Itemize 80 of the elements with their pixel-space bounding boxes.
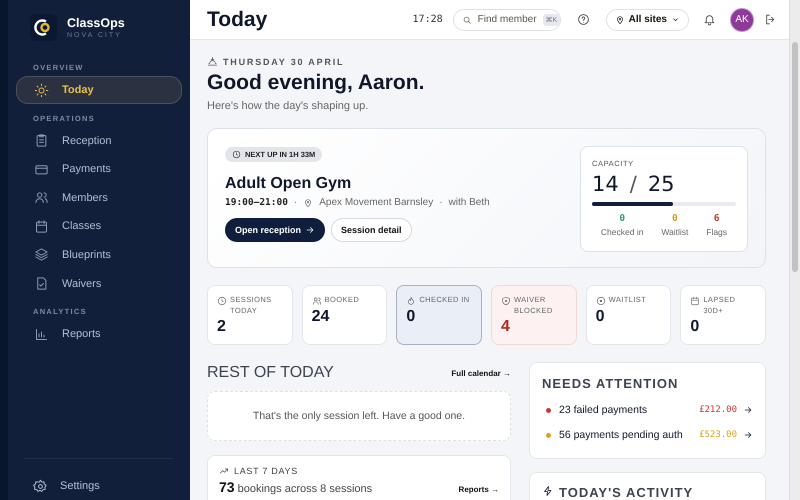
pin-icon [614,14,625,24]
help-icon[interactable] [576,13,590,26]
nav-item[interactable]: Waivers [16,270,182,298]
count-label: Flags [706,227,728,237]
nav-item[interactable]: Members [16,184,182,212]
date-label: THURSDAY 30 APRIL [223,56,344,66]
arrow-icon [305,225,316,235]
people-icon [34,190,49,206]
sun-icon [34,82,49,98]
count-value: 0 [670,213,679,224]
card-title: TODAY'S ACTIVITY [559,485,694,500]
nav-item[interactable]: Blueprints [16,240,182,269]
stat-value: 2 [217,318,227,336]
arrow-icon [743,430,753,440]
calendar-icon [34,218,49,234]
attention-item[interactable]: 56 payments pending auth [559,429,694,441]
clock-icon [232,150,241,159]
greeting-subtitle: Here's how the day's shaping up. [207,100,370,112]
layers-icon [34,247,49,262]
clock-time: 17:28 [412,14,443,25]
stat-value: 4 [500,318,511,336]
reports-link[interactable]: Reports → [458,485,499,494]
session-name: Adult Open Gym [225,175,352,193]
target-icon [596,296,606,306]
nav-item[interactable]: Settings [24,458,174,500]
open-reception-button[interactable]: Open reception [225,218,326,242]
clock-icon [217,296,227,306]
stat-value: 24 [312,308,330,326]
people-icon [312,296,322,306]
session-location: Apex Movement Barnsley [319,197,434,208]
summary-text: 73 bookings across 8 sessions [219,479,372,495]
search-placeholder: Find member [478,14,537,25]
nav-item[interactable]: Payments [16,155,182,184]
session-time: 19:00–21:00 [225,197,288,208]
count-label: Waitlist [661,227,688,237]
amount: £212.00 [699,405,737,415]
capacity-total: 25 [648,172,675,196]
nav-item[interactable]: Reception [16,126,182,155]
bar-chart-icon [34,326,49,342]
full-calendar-link[interactable]: Full calendar → [451,368,511,378]
session-instructor: with Beth [448,197,490,208]
capacity-separator: / [630,172,637,196]
calendar-icon [690,296,700,306]
stat-value: 0 [406,308,416,326]
amount: £523.00 [699,430,737,440]
flame-icon [406,296,416,306]
attention-item[interactable]: 23 failed payments [559,404,694,416]
scrollbar[interactable] [789,0,800,500]
clipboard-icon [34,133,49,148]
session-detail-button[interactable]: Session detail [331,218,412,242]
card-title: NEEDS ATTENTION [542,376,680,391]
empty-message: That's the only session left. Have a good one. [252,410,466,422]
nav-item[interactable]: Classes [16,212,182,240]
count-label: Checked in [600,227,644,237]
nav-item[interactable]: Reports [16,320,182,348]
bolt-icon [542,485,554,497]
stat-value: 0 [596,308,606,326]
gear-icon [33,478,48,494]
search-icon [462,14,472,24]
shield-icon [500,296,511,306]
count-value: 6 [712,213,721,224]
sunset-icon [207,56,218,67]
site-selector[interactable]: All sites [606,8,689,30]
trend-icon [219,466,229,476]
section-title: REST OF TODAY [207,364,334,382]
pin-icon [303,198,314,208]
page-title: Today [207,8,268,32]
separator-dot: · [439,197,443,208]
greeting: Good evening, Aaron. [207,71,426,95]
nav-item[interactable]: Today [16,76,182,104]
bell-icon [703,13,716,26]
logout-icon [764,13,777,26]
capacity-booked: 14 [592,172,619,196]
summary-label: LAST 7 DAYS [234,466,298,476]
brand-name: ClassOps [67,16,125,30]
user-avatar[interactable]: AK [730,8,754,32]
stat-value: 0 [690,318,700,336]
arrow-icon [743,405,753,415]
separator-dot: · [294,197,298,208]
count-value: 0 [618,213,626,224]
